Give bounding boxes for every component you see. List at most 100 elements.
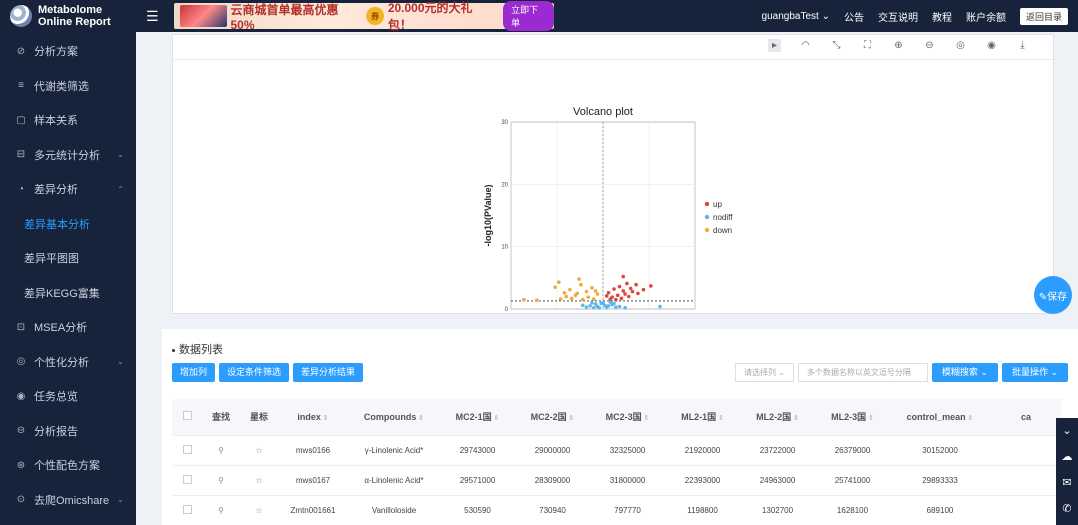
table-row[interactable]: ⚲ ☆ mws0167 α-Linolenic Acid* 29571000 283090… (172, 465, 1062, 496)
row-checkbox[interactable] (182, 444, 192, 454)
column-header[interactable]: 星标 (240, 399, 278, 436)
sidebar-item-13[interactable]: ⊙ 去爬Omicshare ⌄ (0, 483, 136, 518)
zoom-area-icon[interactable]: ⤡ (830, 39, 843, 52)
row-checkbox-cell[interactable] (172, 435, 202, 466)
sidebar-item-6[interactable]: 差异平图图 (0, 241, 136, 276)
legend-label-up: up (713, 200, 722, 209)
sort-icon[interactable]: ⇕ (416, 415, 424, 422)
sidebar-item-1[interactable]: ≡ 代谢类筛选 (0, 69, 136, 104)
star-icon[interactable]: ☆ (240, 465, 278, 496)
column-header[interactable]: MC2-3国 ⇕ (590, 399, 665, 436)
save-button[interactable]: ✎保存 (1034, 276, 1072, 314)
zoom-out-icon[interactable]: ⊖ (923, 39, 936, 52)
data-point-up (619, 296, 624, 301)
sidebar-item-10[interactable]: ◉ 任务总览 (0, 379, 136, 414)
directory-select[interactable]: 返回目录 (1019, 7, 1068, 25)
promo-order-button[interactable]: 立即下单 (503, 1, 555, 31)
user-menu[interactable]: guangbaTest ⌄ (762, 11, 830, 22)
column-header-label: ML2-1国 (681, 412, 717, 423)
view-icon[interactable]: ◉ (985, 39, 998, 52)
table-row[interactable]: ⚲ ☆ mws0166 γ-Linolenic Acid* 29743000 290000… (172, 435, 1062, 466)
sort-icon[interactable]: ⇕ (567, 415, 575, 422)
table-row[interactable]: ⚲ ☆ Zmtn001661 Vanilloloside 530590 730940 797… (172, 495, 1062, 525)
column-header[interactable]: MC2-1国 ⇕ (440, 399, 515, 436)
column-header[interactable]: Compounds ⇕ (348, 399, 440, 436)
sidebar-item-label: 差异平图图 (24, 253, 79, 266)
menu-toggle-icon[interactable]: ☰ (146, 8, 160, 25)
table-cell (990, 435, 1062, 466)
sidebar-item-icon: ▢ (16, 114, 26, 126)
sort-icon[interactable]: ⇕ (966, 415, 974, 422)
collapse-icon[interactable]: ⌄ (1062, 418, 1071, 444)
fullscreen-icon[interactable]: ⛶ (861, 39, 874, 52)
sort-icon[interactable]: ⇕ (716, 415, 724, 422)
select-all-checkbox[interactable] (182, 411, 192, 421)
top-link-balance[interactable]: 账户余额 (966, 9, 1006, 24)
search-input[interactable]: 多个数据名称以英文逗号分隔 (797, 363, 928, 382)
column-header[interactable]: ca (990, 399, 1062, 436)
column-header[interactable]: 查找 (202, 399, 240, 436)
sidebar-item-label: 差异基本分析 (24, 218, 90, 231)
chart-title: Volcano plot (573, 106, 633, 118)
sort-icon[interactable]: ⇕ (321, 415, 329, 422)
top-link-help[interactable]: 交互说明 (878, 9, 918, 24)
sidebar-item-11[interactable]: ⊖ 分析报告 (0, 414, 136, 449)
add-column-button[interactable]: 增加列 (172, 363, 216, 382)
sidebar-item-5[interactable]: 差异基本分析 (0, 207, 136, 242)
batch-operation-button[interactable]: 批量操作 ⌄ (1001, 363, 1068, 382)
chat-icon[interactable]: ✆ (1062, 496, 1071, 522)
sidebar-item-4[interactable]: ◔ 差异分析 ⌃ (0, 172, 136, 207)
row-checkbox[interactable] (182, 504, 192, 514)
sidebar-item-8[interactable]: ⊡ MSEA分析 (0, 310, 136, 345)
promo-art-icon (180, 5, 227, 27)
search-icon[interactable]: ⚲ (202, 465, 240, 496)
diff-result-button[interactable]: 差异分析结果 (293, 363, 364, 382)
row-checkbox[interactable] (182, 474, 192, 484)
star-icon[interactable]: ☆ (240, 435, 278, 466)
sidebar-item-12[interactable]: ⊛ 个性配色方案 (0, 448, 136, 483)
data-point-up (604, 294, 609, 298)
pointer-icon[interactable]: ▸ (768, 39, 781, 52)
column-header[interactable]: ML2-2国 ⇕ (740, 399, 815, 436)
sidebar-item-9[interactable]: ◎ 个性化分析 ⌄ (0, 345, 136, 380)
promo-banner[interactable]: 云商城首单最高优惠50% 券 20.000元的大礼包！ 立即下单 (174, 1, 555, 32)
column-header[interactable] (172, 399, 202, 436)
fuzzy-search-button[interactable]: 模糊搜索 ⌄ (931, 363, 998, 382)
app-logo[interactable]: Metabolome Online Report (0, 0, 136, 32)
table-cell: 29743000 (440, 435, 515, 466)
column-header[interactable]: ML2-1国 ⇕ (665, 399, 740, 436)
sort-icon[interactable]: ⇕ (642, 415, 650, 422)
sidebar-item-0[interactable]: ⊘ 分析方案 (0, 34, 136, 69)
top-link-notice[interactable]: 公告 (844, 9, 864, 24)
sort-icon[interactable]: ⇕ (791, 415, 799, 422)
column-header[interactable]: control_mean ⇕ (890, 399, 990, 436)
column-header[interactable]: MC2-2国 ⇕ (515, 399, 590, 436)
table-cell: 24963000 (740, 465, 815, 496)
search-icon[interactable]: ⚲ (202, 435, 240, 466)
support-icon[interactable]: ☁ (1062, 444, 1073, 470)
sort-icon[interactable]: ⇕ (492, 415, 500, 422)
sidebar-item-2[interactable]: ▢ 样本关系 (0, 103, 136, 138)
download-icon[interactable]: ⤓ (1016, 39, 1029, 52)
sidebar-item-7[interactable]: 差异KEGG富集 (0, 276, 136, 311)
zoom-in-icon[interactable]: ⊕ (892, 39, 905, 52)
mail-icon[interactable]: ✉ (1062, 470, 1071, 496)
column-header-label: ca (1020, 411, 1031, 422)
column-header[interactable]: index ⇕ (278, 399, 348, 436)
table-cell: 1198800 (665, 495, 740, 525)
lasso-icon[interactable]: ◠ (799, 39, 812, 52)
condition-filter-button[interactable]: 设定条件筛选 (219, 363, 290, 382)
column-header[interactable]: ML2-3国 ⇕ (815, 399, 890, 436)
table-cell: 28309000 (515, 465, 590, 496)
sidebar-item-3[interactable]: ⊟ 多元统计分析 ⌄ (0, 138, 136, 173)
top-link-tutorial[interactable]: 教程 (932, 9, 952, 24)
table-cell: 26379000 (815, 435, 890, 466)
column-select[interactable]: 请选择列 ⌄ (734, 363, 794, 382)
reset-icon[interactable]: ◎ (954, 39, 967, 52)
sort-icon[interactable]: ⇕ (866, 415, 874, 422)
row-checkbox-cell[interactable] (172, 465, 202, 496)
row-checkbox-cell[interactable] (172, 495, 202, 525)
data-point-nodiff (658, 304, 662, 309)
search-icon[interactable]: ⚲ (202, 495, 240, 525)
star-icon[interactable]: ☆ (240, 495, 278, 525)
